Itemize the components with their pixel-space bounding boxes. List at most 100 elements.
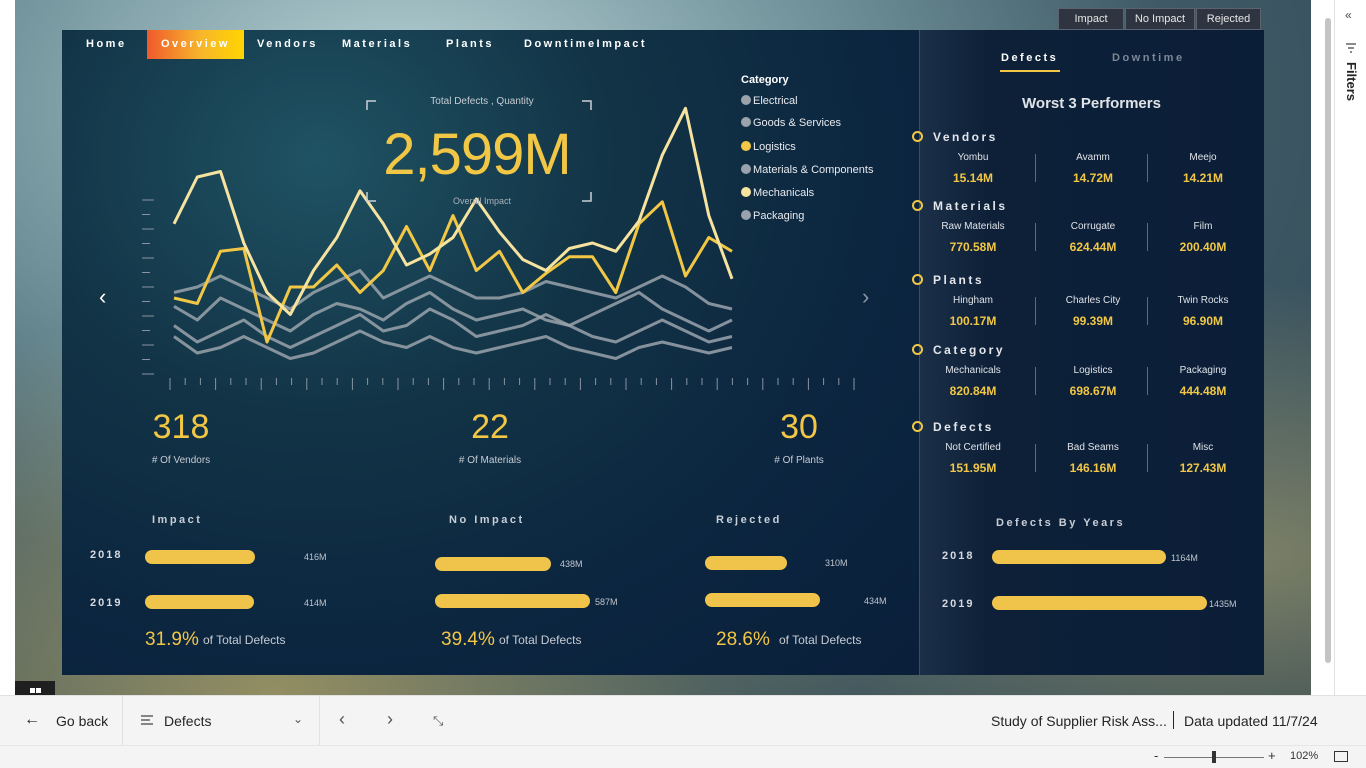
impact-bar[interactable] (705, 556, 787, 570)
legend-item-electrical[interactable]: Electrical (741, 95, 798, 107)
year-bar[interactable] (992, 596, 1207, 610)
chevron-left-icon[interactable]: ‹ (99, 284, 106, 310)
legend-label: Mechanicals (753, 187, 815, 199)
windows-start-icon[interactable] (15, 681, 55, 695)
tab-defects-underline (1000, 70, 1060, 72)
legend-label: Goods & Services (753, 117, 842, 129)
chevron-right-icon[interactable]: › (862, 284, 869, 310)
performer-value: 820.84M (949, 384, 997, 398)
nav-downtime-impact[interactable]: DowntimeImpact (524, 38, 647, 50)
kpi-plants-label: # Of Plants (774, 455, 824, 466)
left-rail (0, 0, 15, 695)
performer-value: 99.39M (1072, 314, 1114, 328)
performer-value: 15.14M (952, 171, 994, 185)
chevron-down-icon[interactable]: ⌄ (293, 712, 303, 726)
impact-bar[interactable] (435, 557, 551, 571)
legend-dot (741, 187, 751, 197)
tab-downtime[interactable]: Downtime (1112, 52, 1185, 64)
no-impact-title: No Impact (449, 514, 525, 526)
kpi-plants-value: 30 (780, 408, 818, 446)
impact-bar[interactable] (145, 550, 255, 564)
divider (319, 696, 320, 745)
nav-vendors[interactable]: Vendors (257, 38, 318, 50)
rejected-pct: 28.6% (716, 629, 770, 650)
performer-name: Hingham (952, 295, 994, 306)
category-series-line[interactable] (173, 329, 733, 360)
report-scrollbar[interactable] (1322, 0, 1334, 695)
exit-fullscreen-icon[interactable]: ⤡ (433, 713, 443, 729)
nav-plants[interactable]: Plants (446, 38, 494, 50)
zoom-out-button[interactable]: - (1154, 748, 1158, 763)
rejected-2019-value: 434M (864, 596, 887, 606)
performer-name: Meejo (1189, 152, 1217, 163)
no-impact-pct-label: of Total Defects (499, 633, 582, 647)
page-selector[interactable]: Defects (164, 713, 211, 729)
year-bar[interactable] (992, 550, 1166, 564)
tab-defects[interactable]: Defects (1001, 52, 1058, 64)
nav-overview[interactable]: Overview (161, 38, 230, 50)
legend-label: Packaging (753, 210, 805, 222)
filter-chip-no-impact[interactable]: No Impact (1125, 8, 1195, 30)
legend-label: Electrical (753, 95, 798, 107)
impact-bar[interactable] (435, 594, 590, 608)
headline-value: 2,599M (383, 122, 571, 187)
column-divider (1147, 367, 1148, 395)
zoom-in-button[interactable]: + (1268, 748, 1276, 763)
next-page-icon[interactable]: › (387, 709, 393, 730)
legend-item-mechanicals[interactable]: Mechanicals (741, 187, 814, 199)
column-divider (1035, 367, 1036, 395)
headline-caption: Total Defects , Quantity (430, 96, 534, 107)
scroll-thumb[interactable] (1325, 18, 1331, 663)
legend-item-packaging[interactable]: Packaging (741, 210, 804, 222)
bottom-navigation-bar: ← Go back Defects ⌄ ‹ › ⤡ Study of Suppl… (0, 695, 1366, 745)
performer-group-heading: Defects (933, 420, 994, 434)
page-list-icon (141, 713, 153, 731)
legend-item-materials-components[interactable]: Materials & Components (741, 164, 873, 176)
column-divider (1147, 223, 1148, 251)
filters-pane[interactable]: « Filters (1334, 0, 1366, 695)
filter-icon (1345, 40, 1357, 53)
collapse-icon[interactable]: « (1345, 8, 1352, 22)
performer-value: 14.72M (1072, 171, 1114, 185)
filter-chip-rejected[interactable]: Rejected (1196, 8, 1261, 30)
section-marker-icon (912, 421, 923, 432)
impact-bar[interactable] (705, 593, 820, 607)
nav-materials[interactable]: Materials (342, 38, 412, 50)
section-marker-icon (912, 274, 923, 285)
previous-page-icon[interactable]: ‹ (339, 709, 345, 730)
kpi-materials-value: 22 (471, 408, 509, 446)
legend-item-logistics[interactable]: Logistics (741, 141, 796, 153)
fit-to-page-icon[interactable] (1334, 751, 1348, 762)
legend-label: Materials & Components (753, 164, 874, 176)
column-divider (1035, 297, 1036, 325)
impact-pct-label: of Total Defects (203, 633, 286, 647)
column-divider (1147, 297, 1148, 325)
column-divider (1035, 444, 1036, 472)
legend-dot (741, 141, 751, 151)
performer-group-heading: Category (933, 343, 1006, 357)
rp-2019-value: 1435M (1209, 599, 1237, 609)
no-impact-2019-value: 587M (595, 597, 618, 607)
performer-value: 444.48M (1179, 384, 1227, 398)
performer-group-heading: Vendors (933, 130, 998, 144)
arrow-left-icon[interactable]: ← (24, 711, 40, 729)
go-back-button[interactable]: Go back (56, 713, 108, 729)
performer-name: Misc (1192, 442, 1214, 453)
column-divider (1035, 223, 1036, 251)
performer-name: Bad Seams (1067, 442, 1119, 453)
column-divider (1147, 154, 1148, 182)
filter-chip-impact[interactable]: Impact (1058, 8, 1124, 30)
nav-home[interactable]: Home (86, 38, 127, 50)
report-window: Impact No Impact Rejected Home Overview … (0, 0, 1366, 768)
defects-by-years-title: Defects By Years (996, 517, 1126, 529)
section-marker-icon (912, 200, 923, 211)
legend-dot (741, 117, 751, 127)
legend-item-goods-services[interactable]: Goods & Services (741, 117, 841, 129)
filters-label[interactable]: Filters (1344, 62, 1359, 101)
performer-name: Not Certified (945, 442, 1001, 453)
zoom-status-bar: - + 102% (0, 745, 1366, 768)
performer-name: Avamm (1076, 152, 1110, 163)
impact-bar[interactable] (145, 595, 254, 609)
zoom-slider-thumb[interactable] (1212, 751, 1216, 763)
report-title: Study of Supplier Risk Ass... (991, 713, 1167, 729)
